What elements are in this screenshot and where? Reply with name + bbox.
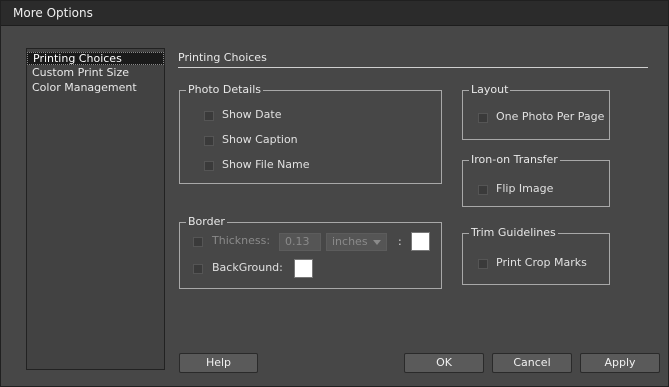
show-caption-label[interactable]: Show Caption: [222, 133, 298, 146]
one-photo-per-page-label[interactable]: One Photo Per Page: [496, 110, 604, 123]
title-bar[interactable]: More Options: [1, 1, 668, 26]
section-divider: [178, 67, 648, 68]
help-button[interactable]: Help: [179, 353, 258, 373]
one-photo-per-page-checkbox[interactable]: [478, 113, 488, 123]
show-date-label[interactable]: Show Date: [222, 108, 281, 121]
thickness-label: Thickness:: [212, 234, 271, 247]
more-options-dialog: More Options Printing Choices Custom Pri…: [0, 0, 669, 387]
photo-details-group: Photo Details: [179, 83, 442, 184]
photo-details-legend: Photo Details: [186, 83, 264, 96]
apply-button[interactable]: Apply: [580, 353, 660, 373]
layout-legend: Layout: [469, 83, 511, 96]
flip-image-label[interactable]: Flip Image: [496, 182, 553, 195]
cancel-button[interactable]: Cancel: [492, 353, 572, 373]
show-file-name-label[interactable]: Show File Name: [222, 158, 310, 171]
thickness-separator: :: [398, 235, 402, 248]
show-file-name-checkbox[interactable]: [204, 161, 214, 171]
print-crop-marks-checkbox[interactable]: [478, 259, 488, 269]
chevron-down-icon: [373, 240, 381, 245]
iron-on-transfer-legend: Iron-on Transfer: [469, 153, 560, 166]
thickness-unit-value: inches: [332, 235, 368, 248]
background-color-swatch[interactable]: [294, 259, 313, 278]
flip-image-checkbox[interactable]: [478, 185, 488, 195]
border-legend: Border: [186, 215, 227, 228]
thickness-checkbox[interactable]: [193, 237, 203, 247]
thickness-input[interactable]: 0.13: [279, 233, 321, 251]
section-title: Printing Choices: [178, 51, 267, 64]
border-color-swatch[interactable]: [411, 232, 430, 251]
nav-item-custom-print-size[interactable]: Custom Print Size: [27, 66, 164, 79]
window-title: More Options: [13, 6, 93, 20]
print-crop-marks-label[interactable]: Print Crop Marks: [496, 256, 587, 269]
trim-guidelines-legend: Trim Guidelines: [469, 226, 558, 239]
show-date-checkbox[interactable]: [204, 111, 214, 121]
category-list: Printing Choices Custom Print Size Color…: [26, 48, 165, 370]
show-caption-checkbox[interactable]: [204, 136, 214, 146]
background-checkbox[interactable]: [193, 264, 203, 274]
nav-item-printing-choices[interactable]: Printing Choices: [27, 52, 164, 65]
thickness-unit-select[interactable]: inches: [326, 233, 387, 251]
ok-button[interactable]: OK: [404, 353, 484, 373]
background-label: BackGround:: [212, 261, 283, 274]
nav-item-color-management[interactable]: Color Management: [27, 81, 164, 94]
